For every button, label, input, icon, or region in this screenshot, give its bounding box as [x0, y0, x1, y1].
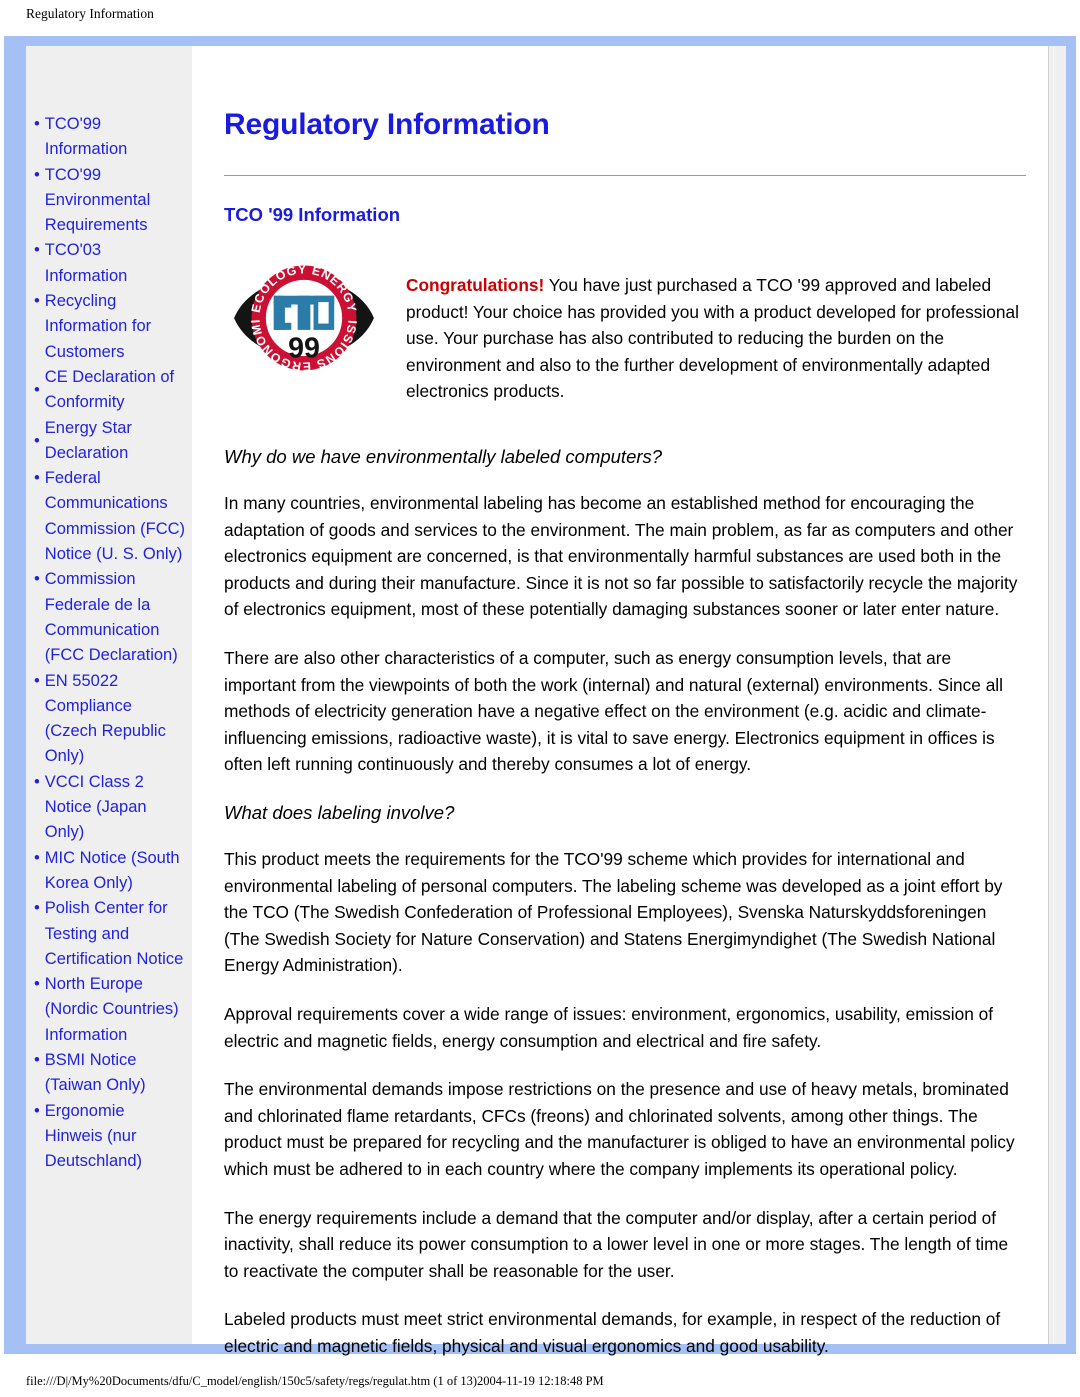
sidebar-item-label[interactable]: North Europe (Nordic Countries) Informat… [45, 972, 186, 1048]
sidebar-item-label[interactable]: Recycling Information for Customers [45, 289, 186, 365]
sidebar-item-label[interactable]: Polish Center for Testing and Certificat… [45, 896, 186, 972]
bullet-icon: • [34, 848, 40, 867]
sidebar-item-tco99-environmental-requirements[interactable]: • TCO'99 Environmental Requirements [32, 163, 186, 239]
sidebar-item-vcci-class2-notice[interactable]: • VCCI Class 2 Notice (Japan Only) [32, 770, 186, 846]
bullet-icon: • [34, 899, 40, 918]
sidebar-item-en55022-compliance[interactable]: • EN 55022 Compliance (Czech Republic On… [32, 669, 186, 770]
paragraph-5: The environmental demands impose restric… [224, 1079, 1015, 1179]
intro-paragraph: Congratulations! You have just purchased… [406, 269, 1026, 405]
sidebar-item-polish-center-notice[interactable]: • Polish Center for Testing and Certific… [32, 896, 186, 972]
bullet-icon: • [34, 1050, 40, 1069]
sidebar-item-label[interactable]: Federal Communications Commission (FCC) … [45, 466, 186, 567]
print-header-title: Regulatory Information [26, 6, 154, 21]
bullet-icon: • [34, 570, 40, 589]
sidebar-item-north-europe-information[interactable]: • North Europe (Nordic Countries) Inform… [32, 972, 186, 1048]
page-frame: • TCO'99 Information • TCO'99 Environmen… [4, 36, 1076, 1356]
sidebar-item-label[interactable]: EN 55022 Compliance (Czech Republic Only… [45, 669, 186, 770]
sidebar-item-label[interactable]: Commission Federale de la Communication … [45, 567, 186, 668]
sidebar-item-recycling-information[interactable]: • Recycling Information for Customers [32, 289, 186, 365]
page-body: • TCO'99 Information • TCO'99 Environmen… [26, 46, 1066, 1356]
sidebar-item-commission-federale[interactable]: • Commission Federale de la Communicatio… [32, 567, 186, 668]
bullet-icon: • [34, 772, 40, 791]
subheading-why-labeled: Why do we have environmentally labeled c… [224, 446, 663, 468]
bullet-icon: • [34, 292, 40, 311]
tco99-logo-wrapper: ECOLOGY ENERGY EMISSIONS ERGONOMICS [224, 252, 406, 380]
paragraph-3: This product meets the requirements for … [224, 849, 1003, 976]
sidebar-item-label[interactable]: TCO'99 Environmental Requirements [45, 163, 186, 239]
sidebar-item-label[interactable]: Energy Star Declaration [45, 416, 186, 467]
bullet-icon: • [34, 115, 40, 133]
subheading-what-labeling: What does labeling involve? [224, 802, 455, 824]
svg-text:99: 99 [288, 333, 320, 365]
sidebar-item-label[interactable]: MIC Notice (South Korea Only) [45, 846, 186, 897]
sidebar-item-bsmi-notice[interactable]: • BSMI Notice (Taiwan Only) [32, 1048, 186, 1099]
sidebar-navigation: • TCO'99 Information • TCO'99 Environmen… [26, 46, 192, 1344]
sidebar-item-tco99-information[interactable]: • TCO'99 Information [32, 112, 186, 163]
page-title: Regulatory Information [224, 108, 550, 141]
bullet-icon: • [34, 381, 40, 400]
print-footer: file:///D|/My%20Documents/dfu/C_model/en… [0, 1365, 1080, 1397]
sidebar-item-label[interactable]: VCCI Class 2 Notice (Japan Only) [45, 770, 186, 846]
sidebar-item-tco03-information[interactable]: • TCO'03 Information [32, 238, 186, 289]
sidebar-nav-list: • TCO'99 Information • TCO'99 Environmen… [32, 112, 186, 1174]
paragraph-2: There are also other characteristics of … [224, 648, 1003, 775]
section-heading-tco99: TCO '99 Information [224, 204, 401, 225]
sidebar-item-fcc-notice[interactable]: • Federal Communications Commission (FCC… [32, 466, 186, 567]
sidebar-item-label[interactable]: Ergonomie Hinweis (nur Deutschland) [45, 1099, 186, 1175]
vertical-scrollbar[interactable] [1048, 46, 1066, 1344]
paragraph-7: Labeled products must meet strict enviro… [224, 1309, 1001, 1356]
bullet-icon: • [34, 975, 40, 994]
sidebar-item-label[interactable]: TCO'99 Information [45, 112, 186, 163]
print-header: Regulatory Information [0, 0, 1080, 28]
sidebar-item-energy-star-declaration[interactable]: • Energy Star Declaration [32, 416, 186, 467]
sidebar-item-ergonomie-hinweis[interactable]: • Ergonomie Hinweis (nur Deutschland) [32, 1099, 186, 1175]
bullet-icon: • [34, 165, 40, 184]
bullet-icon: • [34, 469, 40, 488]
sidebar-item-label[interactable]: TCO'03 Information [45, 238, 186, 289]
paragraph-1: In many countries, environmental labelin… [224, 493, 1018, 620]
bullet-icon: • [34, 1101, 40, 1120]
bullet-icon: • [34, 671, 40, 690]
main-content: Regulatory Information TCO '99 Informati… [192, 46, 1066, 1356]
bullet-icon: • [34, 431, 40, 450]
bullet-icon: • [34, 241, 40, 260]
paragraph-4: Approval requirements cover a wide range… [224, 1004, 994, 1051]
print-footer-path: file:///D|/My%20Documents/dfu/C_model/en… [26, 1373, 604, 1388]
sidebar-item-mic-notice[interactable]: • MIC Notice (South Korea Only) [32, 846, 186, 897]
sidebar-item-label[interactable]: BSMI Notice (Taiwan Only) [45, 1048, 186, 1099]
sidebar-item-label[interactable]: CE Declaration of Conformity [45, 365, 186, 416]
paragraph-6: The energy requirements include a demand… [224, 1207, 1009, 1281]
sidebar-item-ce-declaration[interactable]: • CE Declaration of Conformity [32, 365, 186, 416]
tco99-logo-icon: ECOLOGY ENERGY EMISSIONS ERGONOMICS [224, 256, 374, 374]
intro-block: ECOLOGY ENERGY EMISSIONS ERGONOMICS [224, 252, 1026, 422]
title-divider [224, 175, 1026, 176]
congratulations-label: Congratulations! [406, 275, 545, 296]
